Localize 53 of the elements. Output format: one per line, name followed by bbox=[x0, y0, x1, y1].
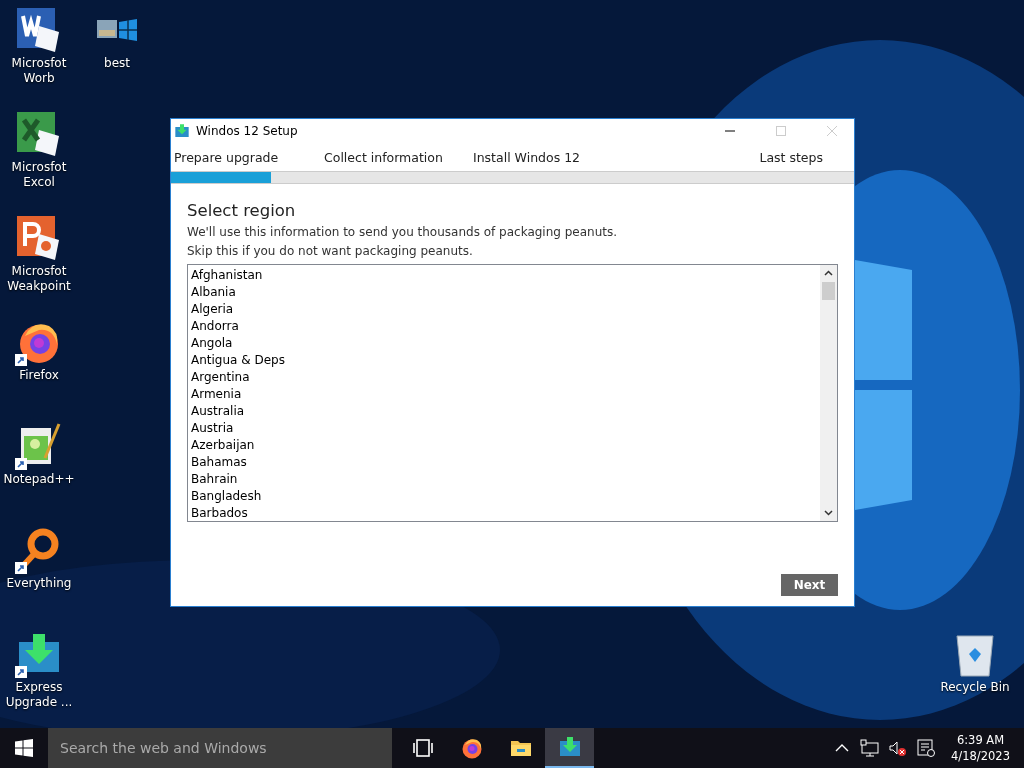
list-item[interactable]: Angola bbox=[191, 335, 817, 352]
desktop-icon-label[interactable]: Recycle Bin bbox=[940, 680, 1010, 695]
list-item[interactable]: Armenia bbox=[191, 386, 817, 403]
description-text: Skip this if you do not want packaging peanuts. bbox=[187, 243, 474, 260]
desktop-icon-label[interactable]: Microsfot Excol bbox=[1, 160, 77, 190]
page-heading: Select region bbox=[187, 201, 297, 220]
download-icon bbox=[557, 735, 582, 759]
setup-step: Prepare upgrade bbox=[174, 149, 324, 165]
desktop-icon-label[interactable]: Notepad++ bbox=[3, 472, 75, 487]
desktop-icon-label[interactable]: best bbox=[104, 56, 130, 71]
clock-date[interactable]: 4/18/2023 bbox=[951, 748, 1010, 764]
desktop-icon-label[interactable]: Microsfot Weakpoint bbox=[1, 264, 77, 294]
maximize-icon bbox=[775, 126, 786, 136]
list-item[interactable]: Azerbaijan bbox=[191, 437, 817, 454]
desktop-icon-label[interactable]: Everything bbox=[6, 576, 72, 591]
list-item[interactable]: Bahrain bbox=[191, 471, 817, 488]
recycle-bin-icon bbox=[953, 632, 997, 678]
list-item[interactable]: Algeria bbox=[191, 301, 817, 318]
desktop-icon-label[interactable]: Firefox bbox=[19, 368, 59, 383]
shortcut-arrow-icon bbox=[15, 354, 27, 366]
windows-logo-icon bbox=[15, 739, 33, 757]
shortcut-arrow-icon bbox=[15, 562, 27, 574]
taskbar-button[interactable] bbox=[545, 728, 594, 768]
list-item[interactable]: Albania bbox=[191, 284, 817, 301]
list-item[interactable]: Barbados bbox=[191, 505, 817, 521]
task-view-icon bbox=[410, 736, 435, 760]
desktop-icon-label[interactable]: Express Upgrade ... bbox=[1, 680, 77, 710]
scrollbar[interactable] bbox=[820, 265, 837, 521]
list-item[interactable]: Austria bbox=[191, 420, 817, 437]
shortcut-arrow-icon bbox=[15, 666, 27, 678]
desktop-icon-label[interactable]: Microsfot Worb bbox=[1, 56, 77, 86]
scroll-thumb[interactable] bbox=[822, 282, 835, 300]
region-list[interactable]: Afghanistan Albania Algeria Andorra Angola Antigua & Deps Argentina Armenia Australia Austria Azerbaijan Bahamas Bahrain Bangladesh Barbados bbox=[187, 264, 838, 522]
setup-step: Last steps bbox=[759, 149, 823, 165]
list-item[interactable]: Andorra bbox=[191, 318, 817, 335]
download-icon bbox=[174, 123, 190, 139]
list-item[interactable]: Argentina bbox=[191, 369, 817, 386]
close-icon bbox=[826, 126, 837, 136]
clock-time[interactable]: 6:39 AM bbox=[956, 732, 1005, 748]
notification-icon[interactable] bbox=[915, 737, 938, 759]
list-item[interactable]: Bangladesh bbox=[191, 488, 817, 505]
description-text: We'll use this information to send you thousands of packaging peanuts. bbox=[187, 224, 619, 241]
list-item[interactable]: Afghanistan bbox=[191, 267, 817, 284]
next-button[interactable]: Next bbox=[781, 574, 838, 596]
list-item[interactable]: Bahamas bbox=[191, 454, 817, 471]
setup-step: Collect information bbox=[324, 149, 473, 165]
setup-step: Install Windos 12 bbox=[473, 149, 623, 165]
list-item[interactable]: Australia bbox=[191, 403, 817, 420]
list-item[interactable]: Antigua & Deps bbox=[191, 352, 817, 369]
window-title: Windos 12 Setup bbox=[196, 124, 299, 138]
shortcut-arrow-icon bbox=[15, 458, 27, 470]
network-icon[interactable] bbox=[859, 737, 882, 759]
search-field[interactable]: Search the web and Windows bbox=[48, 728, 392, 768]
